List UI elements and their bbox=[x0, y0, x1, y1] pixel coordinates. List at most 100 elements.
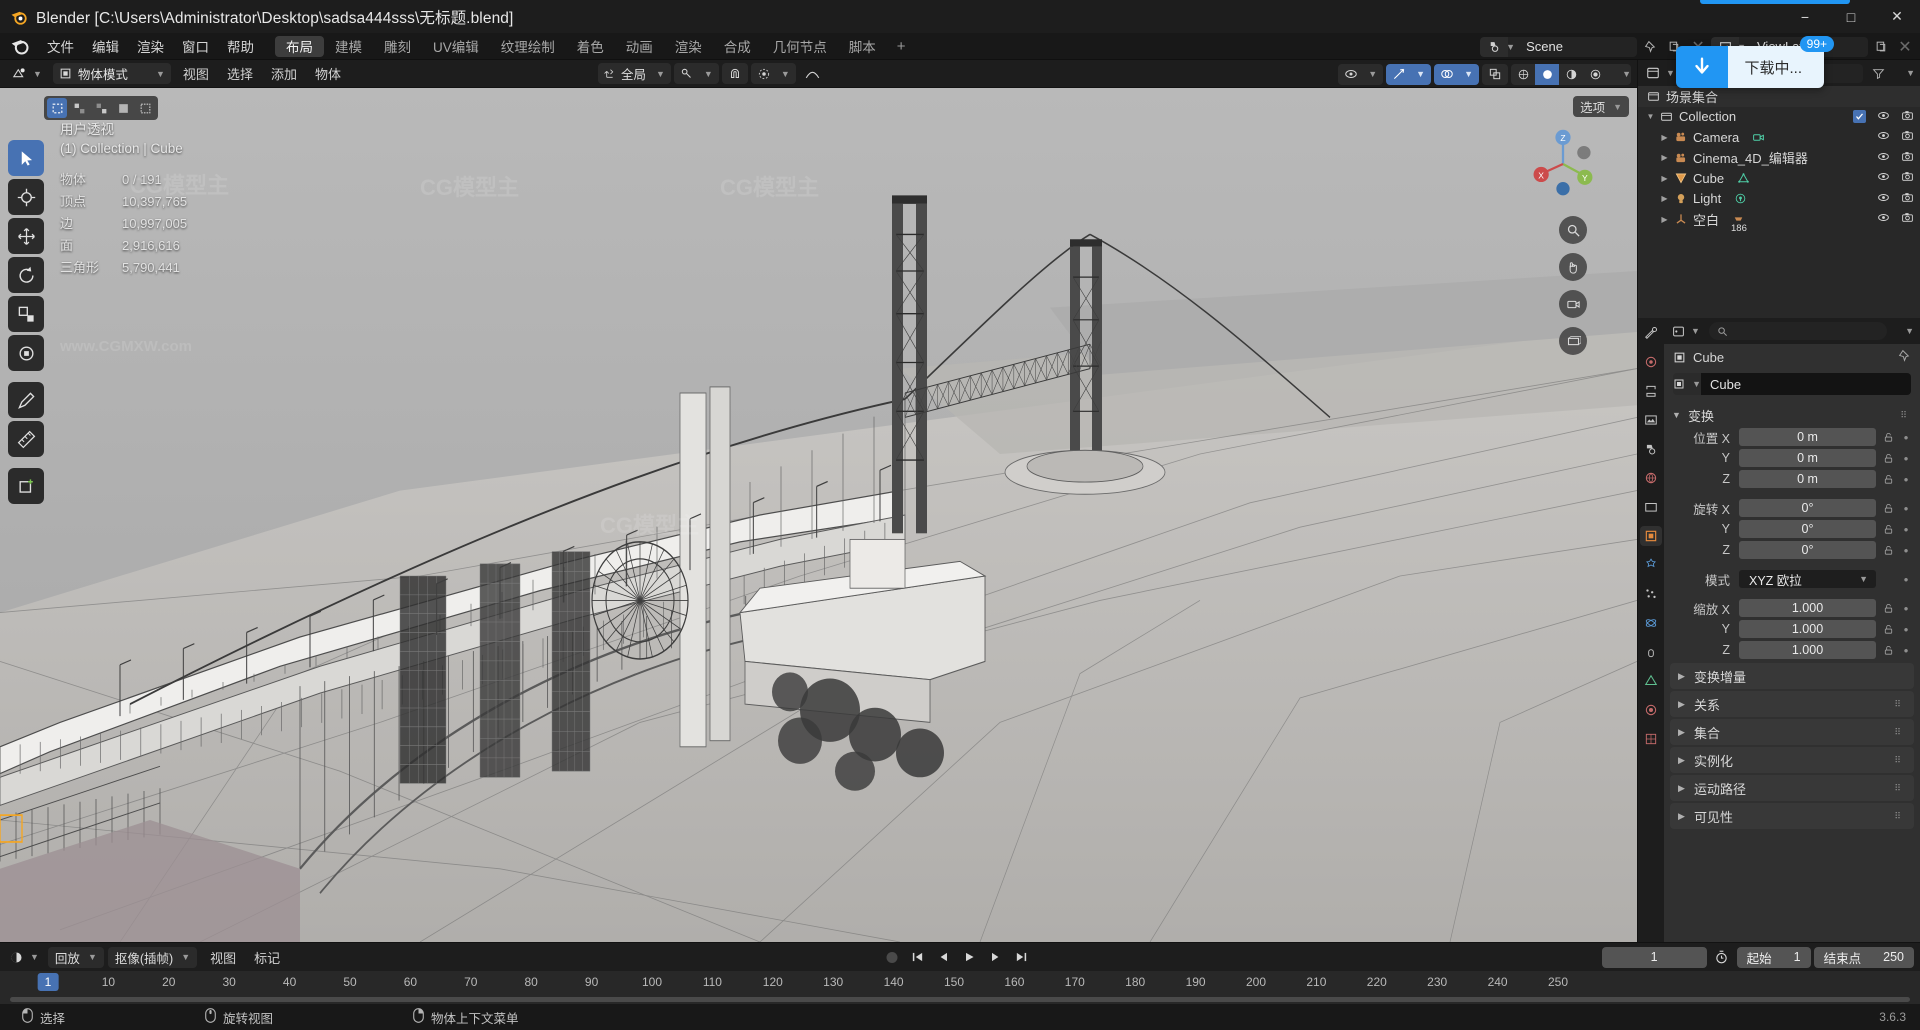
rotation-z-animate-icon[interactable]: • bbox=[1900, 543, 1912, 558]
disclosure-triangle-icon[interactable]: ▼ bbox=[1644, 112, 1657, 121]
tab-particles[interactable] bbox=[1640, 584, 1662, 604]
tab-render[interactable] bbox=[1640, 352, 1662, 372]
visibility-dropdown[interactable]: ▼ bbox=[1338, 63, 1384, 85]
viewport-menu-3[interactable]: 物体 bbox=[306, 60, 350, 88]
keying-popover-button[interactable]: 抠像(插帧) ▼ bbox=[107, 946, 198, 968]
jump-to-start-button[interactable] bbox=[906, 947, 930, 968]
workspace-tab-10[interactable]: 脚本 bbox=[838, 36, 887, 57]
hide-in-viewport-icon[interactable] bbox=[1877, 150, 1890, 166]
tab-physics[interactable] bbox=[1640, 613, 1662, 633]
tool-add-cube[interactable] bbox=[8, 468, 44, 504]
tab-viewlayer[interactable] bbox=[1640, 410, 1662, 430]
panel-grip[interactable]: ⠿ bbox=[1894, 756, 1902, 765]
workspace-tab-5[interactable]: 着色 bbox=[566, 36, 615, 57]
workspace-tab-0[interactable]: 布局 bbox=[275, 35, 324, 57]
rotation-x-animate-icon[interactable]: • bbox=[1900, 501, 1912, 516]
tool-annotate[interactable] bbox=[8, 382, 44, 418]
scale-x-animate-icon[interactable]: • bbox=[1900, 601, 1912, 616]
shading-rendered-icon[interactable] bbox=[1583, 64, 1607, 85]
proportional-editing-icon[interactable] bbox=[799, 63, 826, 84]
select-mode-bar[interactable] bbox=[44, 96, 158, 120]
rotation-y-animate-icon[interactable]: • bbox=[1900, 522, 1912, 537]
scale-x-field[interactable]: 1.000 bbox=[1739, 599, 1876, 617]
pan-hand-icon[interactable] bbox=[1559, 253, 1587, 281]
end-frame-input[interactable]: 结束点 250 bbox=[1813, 946, 1914, 968]
workspace-tab-9[interactable]: 几何节点 bbox=[762, 36, 838, 57]
location-y-lock-icon[interactable] bbox=[1881, 453, 1895, 464]
tab-world[interactable] bbox=[1640, 468, 1662, 488]
workspace-tab-6[interactable]: 动画 bbox=[615, 36, 664, 57]
properties-search-input[interactable] bbox=[1708, 322, 1887, 340]
timeline-playhead[interactable]: 1 bbox=[37, 973, 59, 991]
location-z-animate-icon[interactable]: • bbox=[1900, 472, 1912, 487]
overlays-toggle[interactable]: ▼ bbox=[1434, 63, 1479, 85]
tool-transform[interactable] bbox=[8, 335, 44, 371]
shading-mode-group[interactable]: ▼ bbox=[1511, 63, 1631, 85]
panel-grip[interactable]: ⠿ bbox=[1894, 700, 1902, 709]
location-z-field[interactable]: 0 m bbox=[1739, 470, 1876, 488]
tool-move[interactable] bbox=[8, 218, 44, 254]
camera-view-icon[interactable] bbox=[1559, 290, 1587, 318]
tool-cursor[interactable] bbox=[8, 179, 44, 215]
empty-data-icon[interactable]: 186 bbox=[1729, 213, 1748, 234]
jump-to-end-button[interactable] bbox=[1010, 947, 1034, 968]
outliner-row-Camera[interactable]: ▶ Camera bbox=[1638, 127, 1920, 148]
disable-in-render-icon[interactable] bbox=[1901, 150, 1914, 166]
workspace-tab-3[interactable]: UV编辑 bbox=[422, 36, 490, 57]
disable-in-render-icon[interactable] bbox=[1901, 211, 1914, 227]
interaction-mode-select[interactable]: 物体模式 ▼ bbox=[52, 63, 171, 84]
shading-solid-icon[interactable] bbox=[1535, 63, 1559, 85]
rotation-y-field[interactable]: 0° bbox=[1739, 520, 1876, 538]
scene-selector[interactable]: ▼ Scene bbox=[1480, 36, 1638, 57]
snap-volume-icon[interactable] bbox=[135, 98, 155, 118]
disclosure-triangle-icon[interactable]: ▶ bbox=[1658, 174, 1671, 183]
start-frame-input[interactable]: 起始 1 bbox=[1736, 946, 1811, 968]
tab-object[interactable] bbox=[1640, 526, 1662, 546]
rotation-x-field[interactable]: 0° bbox=[1739, 499, 1876, 517]
disable-in-render-icon[interactable] bbox=[1901, 129, 1914, 145]
viewport-canvas[interactable]: CG模型主 CG模型主 CG模型主 www.CGMXW.com CG模型主 bbox=[0, 88, 1637, 942]
tab-constraints[interactable] bbox=[1640, 642, 1662, 662]
hide-in-viewport-icon[interactable] bbox=[1877, 129, 1890, 145]
menu-item-3[interactable]: 窗口 bbox=[173, 33, 218, 60]
outliner-row-Light[interactable]: ▶ Light bbox=[1638, 189, 1920, 210]
snap-edge-icon[interactable] bbox=[91, 98, 111, 118]
tool-measure[interactable] bbox=[8, 421, 44, 457]
workspace-tab-2[interactable]: 雕刻 bbox=[373, 36, 422, 57]
new-viewlayer-icon[interactable] bbox=[1870, 37, 1892, 57]
next-keyframe-button[interactable] bbox=[984, 947, 1008, 968]
disclosure-triangle-icon[interactable]: ▶ bbox=[1658, 133, 1671, 142]
tool-rotate[interactable] bbox=[8, 257, 44, 293]
ortho-perspective-icon[interactable] bbox=[1559, 327, 1587, 355]
menu-item-1[interactable]: 编辑 bbox=[83, 33, 128, 60]
disable-in-render-icon[interactable] bbox=[1901, 109, 1914, 125]
select-box-icon[interactable] bbox=[47, 98, 67, 118]
panel-5[interactable]: ▶ 可见性 ⠿ bbox=[1670, 803, 1914, 829]
panel-grip[interactable]: ⠿ bbox=[1894, 784, 1902, 793]
rotation-mode-field[interactable]: XYZ 欧拉 ▼ bbox=[1739, 570, 1876, 588]
panel-4[interactable]: ▶ 运动路径 ⠿ bbox=[1670, 775, 1914, 801]
rotation-z-lock-icon[interactable] bbox=[1881, 545, 1895, 556]
outliner-scene-collection-row[interactable]: 场景集合 bbox=[1638, 86, 1920, 107]
scale-z-field[interactable]: 1.000 bbox=[1739, 641, 1876, 659]
tool-scale[interactable] bbox=[8, 296, 44, 332]
disclosure-triangle-icon[interactable]: ▶ bbox=[1658, 153, 1671, 162]
scale-y-lock-icon[interactable] bbox=[1881, 624, 1895, 635]
properties-editor-type-button[interactable]: ▼ bbox=[1670, 321, 1704, 342]
use-preview-range-icon[interactable] bbox=[1710, 947, 1734, 968]
mesh-data-icon[interactable] bbox=[1734, 172, 1753, 185]
editor-type-button[interactable]: ▼ bbox=[6, 63, 50, 84]
exclude-checkbox[interactable] bbox=[1853, 110, 1866, 124]
blender-menu-logo-icon[interactable] bbox=[10, 36, 30, 56]
object-name-input[interactable]: Cube bbox=[1701, 373, 1911, 395]
viewport-menu-1[interactable]: 选择 bbox=[218, 60, 262, 88]
tab-scene[interactable] bbox=[1640, 439, 1662, 459]
properties-options-caret[interactable]: ▼ bbox=[1892, 321, 1914, 341]
viewport-options-button[interactable]: 选项 ▼ bbox=[1573, 96, 1629, 117]
tab-data[interactable] bbox=[1640, 671, 1662, 691]
outliner-filter-caret[interactable]: ▼ bbox=[1893, 63, 1915, 83]
scale-z-animate-icon[interactable]: • bbox=[1900, 643, 1912, 658]
shading-dropdown-caret[interactable]: ▼ bbox=[1607, 64, 1631, 85]
disable-in-render-icon[interactable] bbox=[1901, 191, 1914, 207]
hide-in-viewport-icon[interactable] bbox=[1877, 211, 1890, 227]
